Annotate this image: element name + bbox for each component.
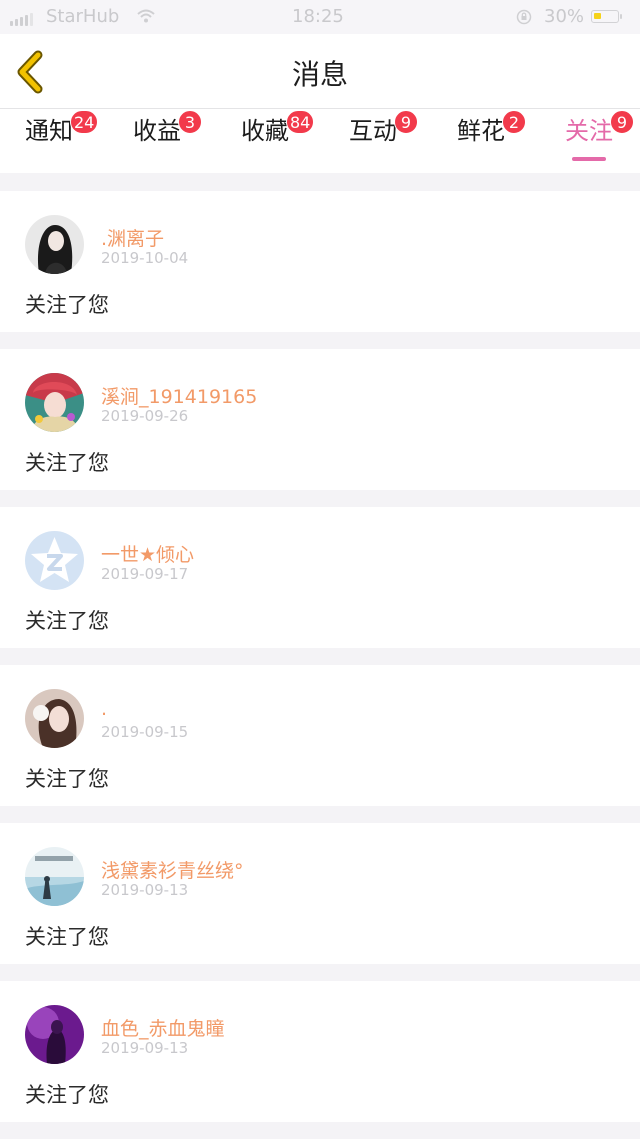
username[interactable]: .渊离子 [101,224,164,251]
timestamp: 2019-10-04 [101,249,189,267]
list-item[interactable]: 血色_赤血鬼瞳 2019-09-13 关注了您 [0,981,640,1122]
message-text: 关注了您 [25,925,109,949]
badge-count: 3 [178,110,202,134]
tab-label: 互动 [349,117,397,145]
tab-label: 通知 [25,117,73,145]
list-item[interactable]: 浅黛素衫青丝绕° 2019-09-13 关注了您 [0,823,640,964]
active-tab-indicator [572,157,606,161]
tab-earnings[interactable]: 收益 3 [133,110,202,165]
username[interactable]: 溪涧_191419165 [101,382,257,409]
timestamp: 2019-09-13 [101,1039,189,1057]
badge-count: 9 [394,110,418,134]
badge-count: 24 [70,110,99,134]
nav-bar: 消息 [0,34,640,109]
clock: 18:25 [292,6,344,27]
status-bar: StarHub 18:25 30% [0,0,640,34]
tab-notifications[interactable]: 通知 24 [25,110,99,165]
default-avatar-star-icon[interactable] [25,531,84,590]
tab-label: 收藏 [241,117,289,145]
message-text: 关注了您 [25,451,109,475]
message-text: 关注了您 [25,293,109,317]
message-text: 关注了您 [25,609,109,633]
avatar[interactable] [25,1005,84,1064]
tab-label: 关注 [565,117,613,145]
message-text: 关注了您 [25,767,109,791]
list-item[interactable]: 一世★倾心 2019-09-17 关注了您 [0,507,640,648]
list-item[interactable]: . 2019-09-15 关注了您 [0,665,640,806]
battery-icon [591,10,622,23]
carrier-name: StarHub [46,6,120,27]
timestamp: 2019-09-26 [101,407,189,425]
list-item[interactable]: .渊离子 2019-10-04 关注了您 [0,191,640,332]
timestamp: 2019-09-17 [101,565,189,583]
timestamp: 2019-09-13 [101,881,189,899]
rotation-lock-icon [516,9,532,25]
battery-percent: 30% [544,6,585,27]
tab-interactions[interactable]: 互动 9 [349,110,418,165]
avatar[interactable] [25,215,84,274]
avatar[interactable] [25,689,84,748]
badge-count: 9 [610,110,634,134]
message-text: 关注了您 [25,1083,109,1107]
tab-label: 收益 [133,117,181,145]
page-title: 消息 [291,58,348,91]
tab-follows[interactable]: 关注 9 [565,110,634,165]
avatar[interactable] [25,847,84,906]
tab-bar: 通知 24 收益 3 收藏 84 互动 9 鲜花 2 关注 9 [0,109,640,173]
username[interactable]: 血色_赤血鬼瞳 [101,1014,225,1041]
avatar[interactable] [25,373,84,432]
tab-label: 鲜花 [457,117,505,145]
badge-count: 2 [502,110,526,134]
tab-favorites[interactable]: 收藏 84 [241,110,315,165]
timestamp: 2019-09-15 [101,723,189,741]
list-item[interactable]: 溪涧_191419165 2019-09-26 关注了您 [0,349,640,490]
badge-count: 84 [286,110,315,134]
username[interactable]: 浅黛素衫青丝绕° [101,856,244,883]
tab-flowers[interactable]: 鲜花 2 [457,110,526,165]
username[interactable]: . [101,698,107,720]
username[interactable]: 一世★倾心 [101,540,194,567]
signal-icon [10,13,33,26]
wifi-icon [137,9,155,23]
